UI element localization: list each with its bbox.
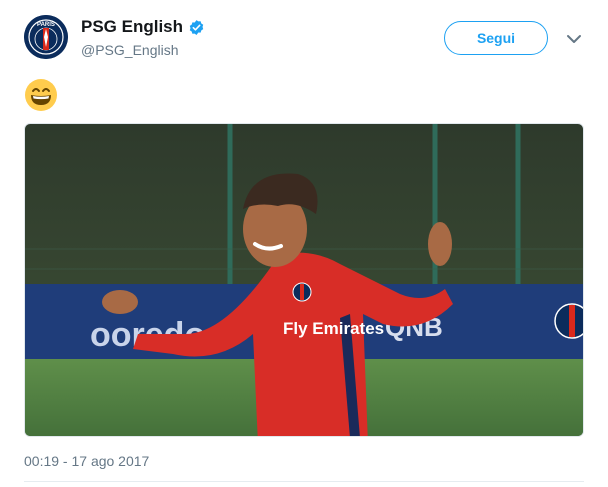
divider xyxy=(24,481,584,482)
player-celebrating-image: ooredoo QNB Fly Emirates xyxy=(25,124,583,436)
avatar-logo-text: PARIS xyxy=(37,22,55,28)
avatar[interactable]: PARIS xyxy=(24,15,68,59)
more-options-chevron-down-icon[interactable] xyxy=(566,32,582,44)
shirt-sponsor-text: Fly Emirates xyxy=(283,319,384,338)
verified-badge-icon xyxy=(188,19,205,36)
follow-button[interactable]: Segui xyxy=(444,21,548,55)
grinning-face-emoji-icon xyxy=(24,78,58,112)
author-name-row: PSG English xyxy=(81,17,205,37)
psg-logo-icon: PARIS xyxy=(24,15,68,59)
tweet-timestamp[interactable]: 00:19 - 17 ago 2017 xyxy=(24,453,149,469)
user-handle[interactable]: @PSG_English xyxy=(81,42,178,58)
tweet-photo[interactable]: ooredoo QNB Fly Emirates xyxy=(24,123,584,437)
display-name[interactable]: PSG English xyxy=(81,17,183,37)
